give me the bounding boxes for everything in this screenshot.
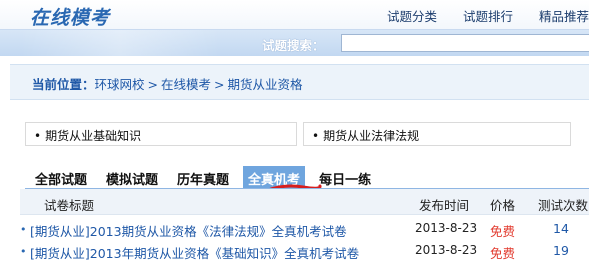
column-header-time: 发布时间	[419, 198, 470, 213]
category-label: 期货从业法律法规	[323, 129, 420, 143]
category-label: 期货从业基础知识	[45, 129, 142, 143]
nav-item-categories[interactable]: 试题分类	[387, 6, 437, 25]
bullet-icon: •	[34, 129, 42, 143]
bullet-icon: •	[20, 223, 27, 236]
exam-type-tabs: 全部试题 模拟试题 历年真题 全真机考 每日一练	[35, 166, 390, 188]
breadcrumb-separator: >	[147, 77, 159, 92]
test-count: 14	[553, 221, 569, 236]
category-basic-knowledge[interactable]: • 期货从业基础知识	[25, 122, 297, 146]
exam-title-link[interactable]: [期货从业]2013期货从业资格《法律法规》全真机考试卷	[30, 221, 347, 240]
exam-title-link[interactable]: [期货从业]2013年期货从业资格《基础知识》全真机考试卷	[30, 243, 359, 262]
column-header-title: 试卷标题	[44, 198, 95, 213]
breadcrumb-item-mock-exam[interactable]: 在线模考	[161, 77, 211, 92]
publish-time: 2013-8-23	[415, 243, 478, 257]
breadcrumb-bar: 当前位置：环球网校 > 在线模考 > 期货从业资格	[10, 64, 589, 100]
publish-time: 2013-8-23	[415, 221, 478, 235]
price-label: 免费	[490, 224, 516, 239]
breadcrumb-item-futures[interactable]: 期货从业资格	[228, 77, 303, 92]
price-label: 免费	[490, 246, 516, 261]
test-count: 19	[553, 243, 569, 258]
table-row: • [期货从业]2013年期货从业资格《基础知识》全真机考试卷 2013-8-2…	[20, 240, 589, 262]
category-laws-regulations[interactable]: • 期货从业法律法规	[303, 122, 571, 146]
search-label: 试题搜索：	[262, 38, 325, 53]
breadcrumb-item-home[interactable]: 环球网校	[95, 77, 145, 92]
column-header-count: 测试次数	[538, 198, 589, 213]
search-bar-decoration	[20, 30, 220, 56]
breadcrumb: 当前位置：环球网校 > 在线模考 > 期货从业资格	[32, 74, 303, 93]
tab-past-exams[interactable]: 历年真题	[177, 166, 229, 188]
bullet-icon: •	[312, 129, 320, 143]
table-row: • [期货从业]2013期货从业资格《法律法规》全真机考试卷 2013-8-23…	[20, 218, 589, 240]
tab-daily-practice[interactable]: 每日一练	[319, 166, 371, 188]
top-nav: 试题分类 试题排行 精品推荐	[361, 6, 589, 25]
column-header-price: 价格	[490, 198, 516, 213]
nav-item-recommended[interactable]: 精品推荐	[539, 6, 589, 25]
search-bar: 试题搜索：	[0, 30, 589, 56]
breadcrumb-lead: 当前位置：	[32, 77, 95, 92]
top-header: 在线模考 试题分类 试题排行 精品推荐	[0, 0, 589, 30]
breadcrumb-separator: >	[214, 77, 225, 92]
site-logo[interactable]: 在线模考	[30, 3, 110, 30]
table-header: 试卷标题 发布时间 价格 测试次数	[20, 189, 589, 215]
tab-all[interactable]: 全部试题	[35, 166, 87, 188]
bullet-icon: •	[20, 245, 27, 258]
tab-mock[interactable]: 模拟试题	[106, 166, 158, 188]
nav-item-ranking[interactable]: 试题排行	[463, 6, 513, 25]
search-input[interactable]	[341, 34, 589, 52]
